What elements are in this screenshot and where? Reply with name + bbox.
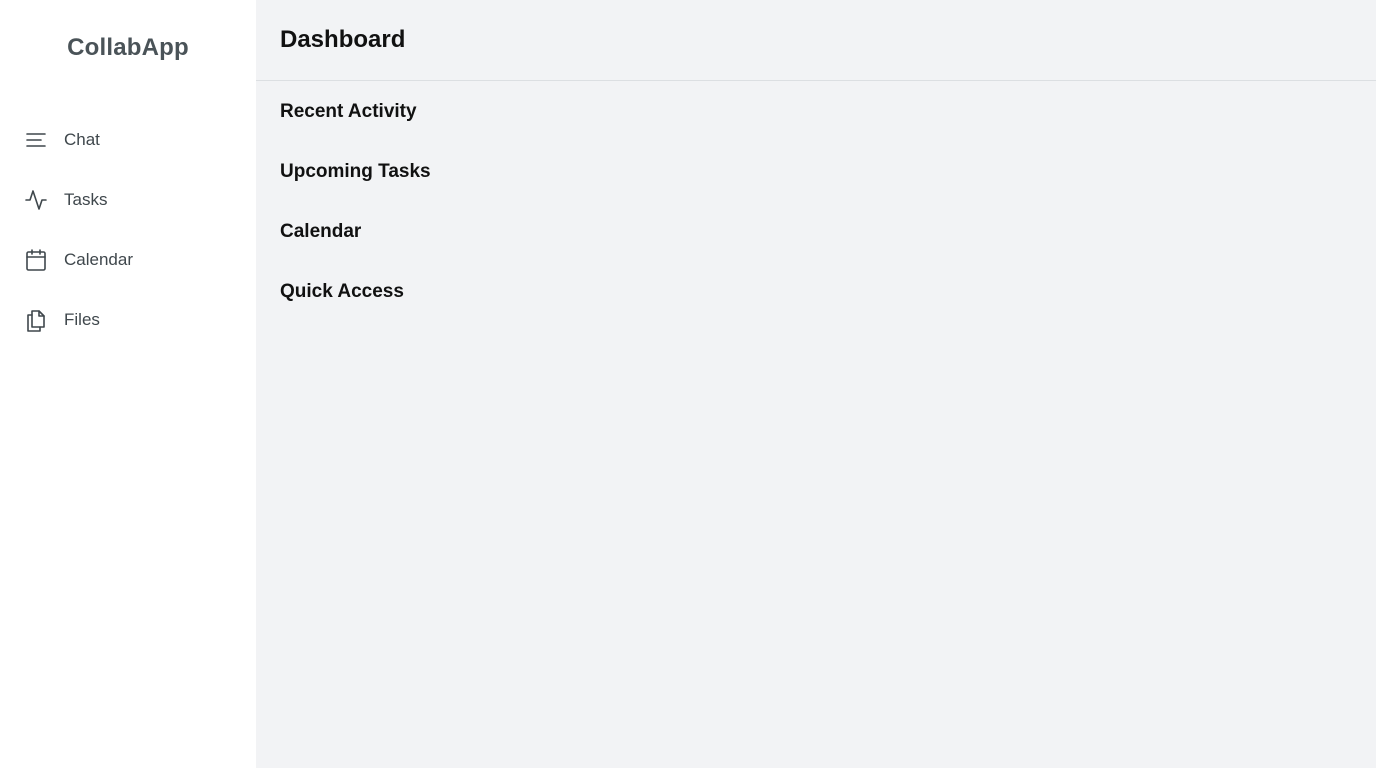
main-content: Dashboard Recent Activity Upcoming Tasks…	[256, 0, 1376, 768]
sidebar-item-label: Calendar	[64, 250, 133, 269]
activity-icon	[24, 188, 48, 212]
sidebar-item-label: Chat	[64, 130, 100, 149]
section-calendar: Calendar	[280, 221, 362, 242]
page-header: Dashboard	[256, 0, 1376, 81]
page-title: Dashboard	[280, 26, 406, 53]
sidebar-item-chat[interactable]: Chat	[0, 110, 256, 170]
app-root: CollabApp Chat Tasks Calendar Files Dash…	[0, 0, 1376, 768]
sidebar-item-label: Tasks	[64, 190, 108, 209]
files-icon	[24, 308, 48, 332]
calendar-icon	[24, 248, 48, 272]
sidebar: CollabApp Chat Tasks Calendar Files	[0, 0, 256, 768]
dashboard-sections: Recent Activity Upcoming Tasks Calendar …	[256, 81, 1376, 340]
brand-logo[interactable]: CollabApp	[0, 0, 256, 96]
sidebar-item-tasks[interactable]: Tasks	[0, 170, 256, 230]
section-upcoming-tasks: Upcoming Tasks	[280, 161, 431, 182]
section-recent-activity: Recent Activity	[280, 101, 417, 122]
section-quick-access: Quick Access	[280, 281, 404, 302]
sidebar-item-calendar[interactable]: Calendar	[0, 230, 256, 290]
menu-lines-icon	[24, 128, 48, 152]
sidebar-nav: Chat Tasks Calendar Files	[0, 110, 256, 350]
sidebar-item-label: Files	[64, 310, 100, 329]
sidebar-item-files[interactable]: Files	[0, 290, 256, 350]
